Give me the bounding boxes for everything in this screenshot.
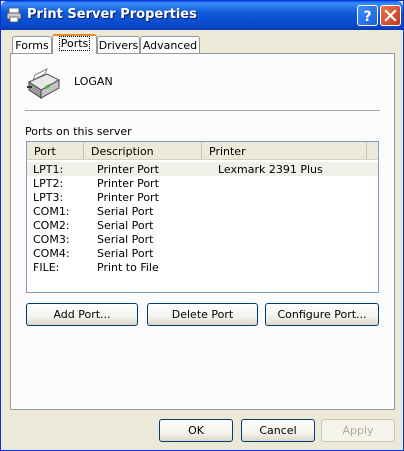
print-server-properties-dialog: Print Server Properties ? Forms Ports Dr…: [0, 0, 404, 451]
close-icon: [384, 9, 397, 22]
tab-ports-label: Ports: [58, 36, 91, 51]
port-cell: COM3:: [33, 233, 70, 246]
description-cell: Printer Port: [97, 163, 159, 176]
table-row[interactable]: COM3: Serial Port: [27, 232, 378, 246]
tab-drivers-label: Drivers: [98, 39, 139, 52]
tab-drivers[interactable]: Drivers: [97, 36, 140, 54]
question-mark-icon: ?: [363, 9, 371, 25]
description-cell: Printer Port: [97, 177, 159, 190]
column-header-port[interactable]: Port: [27, 142, 84, 159]
ports-tab-panel: LOGAN Ports on this server Port Descript…: [10, 53, 395, 410]
port-cell: COM1:: [33, 205, 70, 218]
ports-on-server-label: Ports on this server: [25, 125, 132, 138]
table-row[interactable]: COM1: Serial Port: [27, 204, 378, 218]
separator-line: [25, 110, 380, 111]
description-cell: Serial Port: [97, 247, 154, 260]
table-row[interactable]: COM2: Serial Port: [27, 218, 378, 232]
table-row[interactable]: LPT3: Printer Port: [27, 190, 378, 204]
description-cell: Serial Port: [97, 219, 154, 232]
tab-forms-label: Forms: [15, 39, 49, 52]
configure-port-button[interactable]: Configure Port...: [265, 303, 379, 326]
column-header-printer[interactable]: Printer: [202, 142, 367, 159]
table-row[interactable]: LPT2: Printer Port: [27, 176, 378, 190]
printer-cell: Lexmark 2391 Plus: [218, 163, 323, 176]
window-title: Print Server Properties: [27, 7, 197, 22]
table-row[interactable]: LPT1: Printer Port Lexmark 2391 Plus: [27, 162, 378, 176]
help-button[interactable]: ?: [357, 5, 378, 26]
cancel-button[interactable]: Cancel: [241, 419, 315, 442]
list-header: Port Description Printer: [27, 142, 378, 160]
description-cell: Serial Port: [97, 205, 154, 218]
port-cell: COM2:: [33, 219, 70, 232]
close-button[interactable]: [380, 5, 401, 26]
printer-server-icon: [25, 68, 61, 100]
tab-advanced[interactable]: Advanced: [140, 36, 200, 54]
printer-icon: [6, 7, 22, 23]
tab-advanced-label: Advanced: [142, 39, 198, 52]
server-name: LOGAN: [74, 75, 113, 88]
apply-button[interactable]: Apply: [321, 419, 395, 442]
tab-ports[interactable]: Ports: [52, 34, 97, 54]
port-cell: LPT1:: [33, 163, 64, 176]
ports-list[interactable]: Port Description Printer LPT1: Printer P…: [26, 141, 379, 293]
add-port-button[interactable]: Add Port...: [26, 303, 138, 326]
svg-text:?: ?: [363, 9, 371, 25]
tab-forms[interactable]: Forms: [12, 36, 52, 54]
column-header-description[interactable]: Description: [84, 142, 202, 159]
port-cell: COM4:: [33, 247, 70, 260]
table-row[interactable]: COM4: Serial Port: [27, 246, 378, 260]
description-cell: Printer Port: [97, 191, 159, 204]
title-bar[interactable]: Print Server Properties ?: [1, 1, 403, 30]
ok-button[interactable]: OK: [159, 419, 233, 442]
port-cell: FILE:: [33, 261, 60, 274]
port-cell: LPT2:: [33, 177, 64, 190]
description-cell: Serial Port: [97, 233, 154, 246]
table-row[interactable]: FILE: Print to File: [27, 260, 378, 274]
description-cell: Print to File: [97, 261, 159, 274]
delete-port-button[interactable]: Delete Port: [147, 303, 258, 326]
port-cell: LPT3:: [33, 191, 64, 204]
